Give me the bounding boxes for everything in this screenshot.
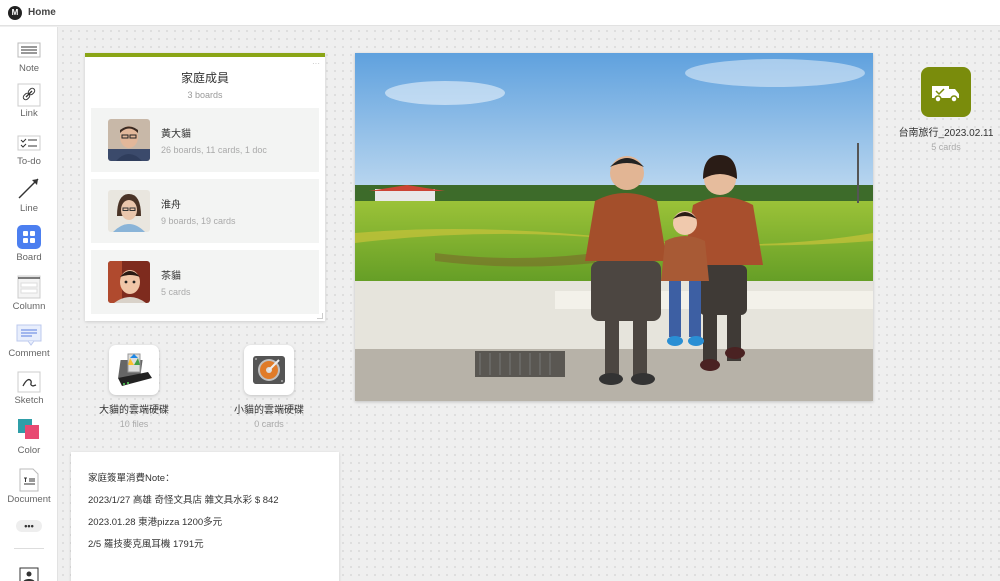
- tool-comment[interactable]: Comment: [0, 324, 58, 359]
- family-photo[interactable]: [355, 53, 873, 401]
- tool-label: Column: [12, 301, 46, 312]
- more-icon: •••: [16, 520, 42, 532]
- line-icon: [16, 175, 42, 201]
- member-name: 茶貓: [161, 271, 181, 282]
- tool-note[interactable]: Note: [0, 39, 58, 74]
- document-icon: [16, 468, 42, 492]
- tool-label: Board: [16, 252, 42, 263]
- board-subtitle: 3 boards: [187, 90, 223, 100]
- tool-todo[interactable]: To-do: [0, 132, 58, 167]
- tool-label: Link: [20, 108, 38, 119]
- tool-line[interactable]: Line: [0, 175, 58, 214]
- trip-board-item[interactable]: 台南旅行_2023.02.11 5 cards: [892, 67, 1000, 152]
- image-icon: [16, 565, 42, 581]
- member-stats: 5 cards: [161, 287, 191, 297]
- color-icon: [16, 417, 42, 443]
- app-logo-icon[interactable]: M: [8, 5, 22, 20]
- link-icon: [16, 83, 42, 107]
- todo-icon: [16, 132, 42, 154]
- note-line: 2023.01.28 東港pizza 1200多元: [88, 517, 223, 528]
- card-menu-icon[interactable]: ···: [312, 59, 320, 68]
- truck-icon: [921, 67, 971, 117]
- tool-board[interactable]: Board: [0, 224, 58, 263]
- tool-label: Line: [20, 203, 38, 214]
- breadcrumb-home[interactable]: Home: [28, 7, 56, 18]
- board-title: 家庭成員: [180, 71, 229, 85]
- hard-disk-icon: [244, 345, 294, 395]
- note-line: 家庭簽單消費Note：: [88, 473, 175, 484]
- tool-label: Note: [18, 63, 40, 74]
- family-board-card[interactable]: 家庭成員 3 boards ··· 黃大貓 26 boards, 11 card…: [85, 53, 325, 321]
- tool-column[interactable]: Column: [0, 275, 58, 312]
- toolbar-divider: [14, 548, 44, 549]
- note-line: 2/5 羅技麥克風耳機 1791元: [88, 539, 204, 550]
- drive-item-big-cat[interactable]: 大貓的雲端硬碟 10 files: [79, 345, 189, 429]
- member-board-item[interactable]: 黃大貓 26 boards, 11 cards, 1 doc: [91, 108, 319, 172]
- sketch-icon: [16, 371, 42, 393]
- board-icon: [16, 224, 42, 250]
- drive-name: 小貓的雲端硬碟: [234, 405, 304, 416]
- tool-label: Color: [17, 445, 41, 456]
- comment-icon: [16, 324, 42, 346]
- avatar: [108, 119, 150, 161]
- note-icon: [16, 39, 42, 61]
- note-line: 2023/1/27 高雄 奇怪文具店 雜文具水彩 $ 842: [88, 495, 279, 506]
- tool-label: To-do: [17, 156, 41, 167]
- member-board-item[interactable]: 淮舟 9 boards, 19 cards: [91, 179, 319, 243]
- member-board-item[interactable]: 茶貓 5 cards: [91, 250, 319, 314]
- expense-note-card[interactable]: 家庭簽單消費Note： 2023/1/27 高雄 奇怪文具店 雜文具水彩 $ 8…: [71, 452, 339, 581]
- tool-color[interactable]: Color: [0, 417, 58, 456]
- trip-board-name: 台南旅行_2023.02.11: [898, 128, 994, 139]
- drive-count: 10 files: [119, 419, 149, 429]
- avatar: [108, 261, 150, 303]
- tool-image[interactable]: [0, 565, 58, 581]
- member-stats: 9 boards, 19 cards: [161, 216, 236, 226]
- avatar: [108, 190, 150, 232]
- tool-label: Document: [7, 494, 51, 505]
- tool-sketch[interactable]: Sketch: [0, 371, 58, 406]
- member-name: 黃大貓: [161, 129, 191, 140]
- trip-board-count: 5 cards: [931, 142, 961, 152]
- tool-document[interactable]: Document: [0, 468, 58, 505]
- column-icon: [16, 275, 42, 299]
- more-tools-button[interactable]: •••: [0, 520, 58, 532]
- resize-handle[interactable]: [317, 313, 323, 319]
- tool-sidebar: Note Link To-do Line Board Column Commen…: [0, 27, 58, 581]
- drive-item-small-cat[interactable]: 小貓的雲端硬碟 0 cards: [214, 345, 324, 429]
- tool-link[interactable]: Link: [0, 83, 58, 119]
- drive-name: 大貓的雲端硬碟: [99, 405, 169, 416]
- drive-count: 0 cards: [254, 419, 284, 429]
- tool-label: Comment: [8, 348, 50, 359]
- tool-label: Sketch: [14, 395, 44, 406]
- member-stats: 26 boards, 11 cards, 1 doc: [161, 145, 267, 155]
- top-bar: M Home: [0, 0, 1000, 26]
- member-name: 淮舟: [161, 200, 181, 211]
- drive-dock-icon: [109, 345, 159, 395]
